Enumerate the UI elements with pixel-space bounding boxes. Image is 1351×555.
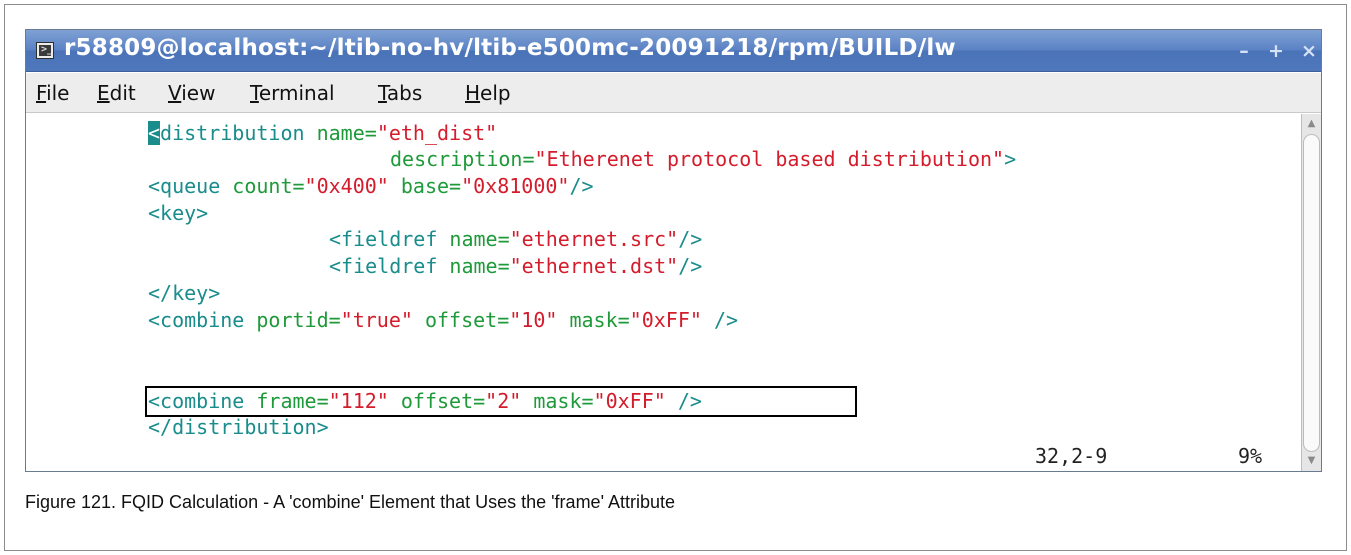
text-cursor: < <box>148 121 161 145</box>
code-line-5: <fieldref name="ethernet.src"/> <box>329 227 703 251</box>
scrollbar-thumb[interactable] <box>1303 134 1320 452</box>
code-line-2: description="Etherenet protocol based di… <box>390 147 1017 171</box>
scroll-percent: 9% <box>1238 444 1263 468</box>
menu-help[interactable]: Help <box>465 81 511 105</box>
code-line-6: <fieldref name="ethernet.dst"/> <box>329 254 703 278</box>
terminal-icon[interactable]: >_ <box>36 42 54 59</box>
minimize-icon[interactable]: – <box>1229 36 1259 66</box>
close-icon[interactable]: × <box>1294 36 1324 66</box>
scroll-up-icon[interactable]: ▲ <box>1302 116 1321 132</box>
menu-file[interactable]: File <box>36 81 69 105</box>
code-line-1: <distribution name="eth_dist" <box>148 121 498 145</box>
window-title: r58809@localhost:~/ltib-no-hv/ltib-e500m… <box>64 35 956 61</box>
code-line-4: <key> <box>148 201 209 225</box>
code-line-10: </distribution> <box>148 415 329 439</box>
scroll-down-icon[interactable]: ▼ <box>1302 453 1321 469</box>
menu-terminal[interactable]: Terminal <box>250 81 335 105</box>
highlight-box <box>145 386 857 417</box>
title-bar[interactable]: >_ r58809@localhost:~/ltib-no-hv/ltib-e5… <box>26 30 1321 72</box>
code-line-3: <queue count="0x400" base="0x81000"/> <box>148 174 594 198</box>
cursor-position: 32,2-9 <box>1035 444 1108 468</box>
code-line-8: <combine portid="true" offset="10" mask=… <box>148 308 739 332</box>
menu-edit[interactable]: Edit <box>97 81 136 105</box>
terminal-window: >_ r58809@localhost:~/ltib-no-hv/ltib-e5… <box>25 29 1322 472</box>
menu-view[interactable]: View <box>168 81 215 105</box>
maximize-icon[interactable]: + <box>1261 36 1291 66</box>
menu-tabs[interactable]: Tabs <box>378 81 422 105</box>
figure-caption: Figure 121. FQID Calculation - A 'combin… <box>25 492 676 512</box>
menu-bar: File Edit View Terminal Tabs Help <box>26 73 1321 113</box>
terminal-content[interactable]: <distribution name="eth_dist" descriptio… <box>26 114 1300 471</box>
vertical-scrollbar[interactable]: ▲ ▼ <box>1301 114 1321 471</box>
code-line-7: </key> <box>148 281 221 305</box>
